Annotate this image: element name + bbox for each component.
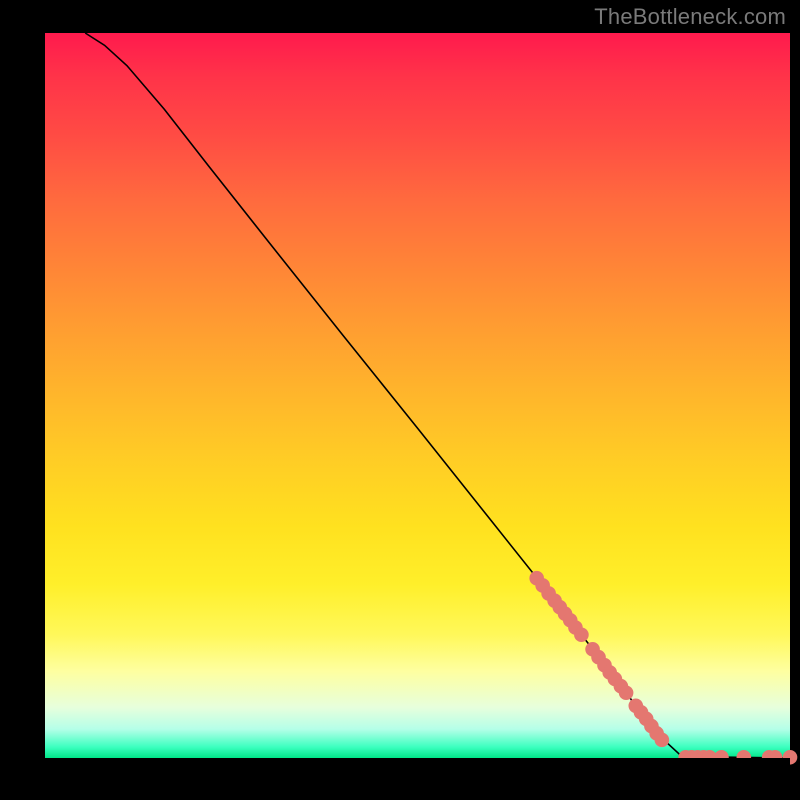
data-marker [574, 627, 589, 642]
border-bottom [45, 758, 790, 800]
data-marker [619, 685, 634, 700]
markers-group [529, 571, 797, 765]
plot-svg [45, 33, 790, 758]
chart-frame: TheBottleneck.com [0, 0, 800, 800]
border-left [0, 0, 45, 800]
data-marker [655, 733, 670, 748]
plot-area [45, 33, 790, 758]
border-right [790, 0, 800, 800]
watermark-text: TheBottleneck.com [594, 4, 786, 30]
curve-line [85, 33, 790, 758]
